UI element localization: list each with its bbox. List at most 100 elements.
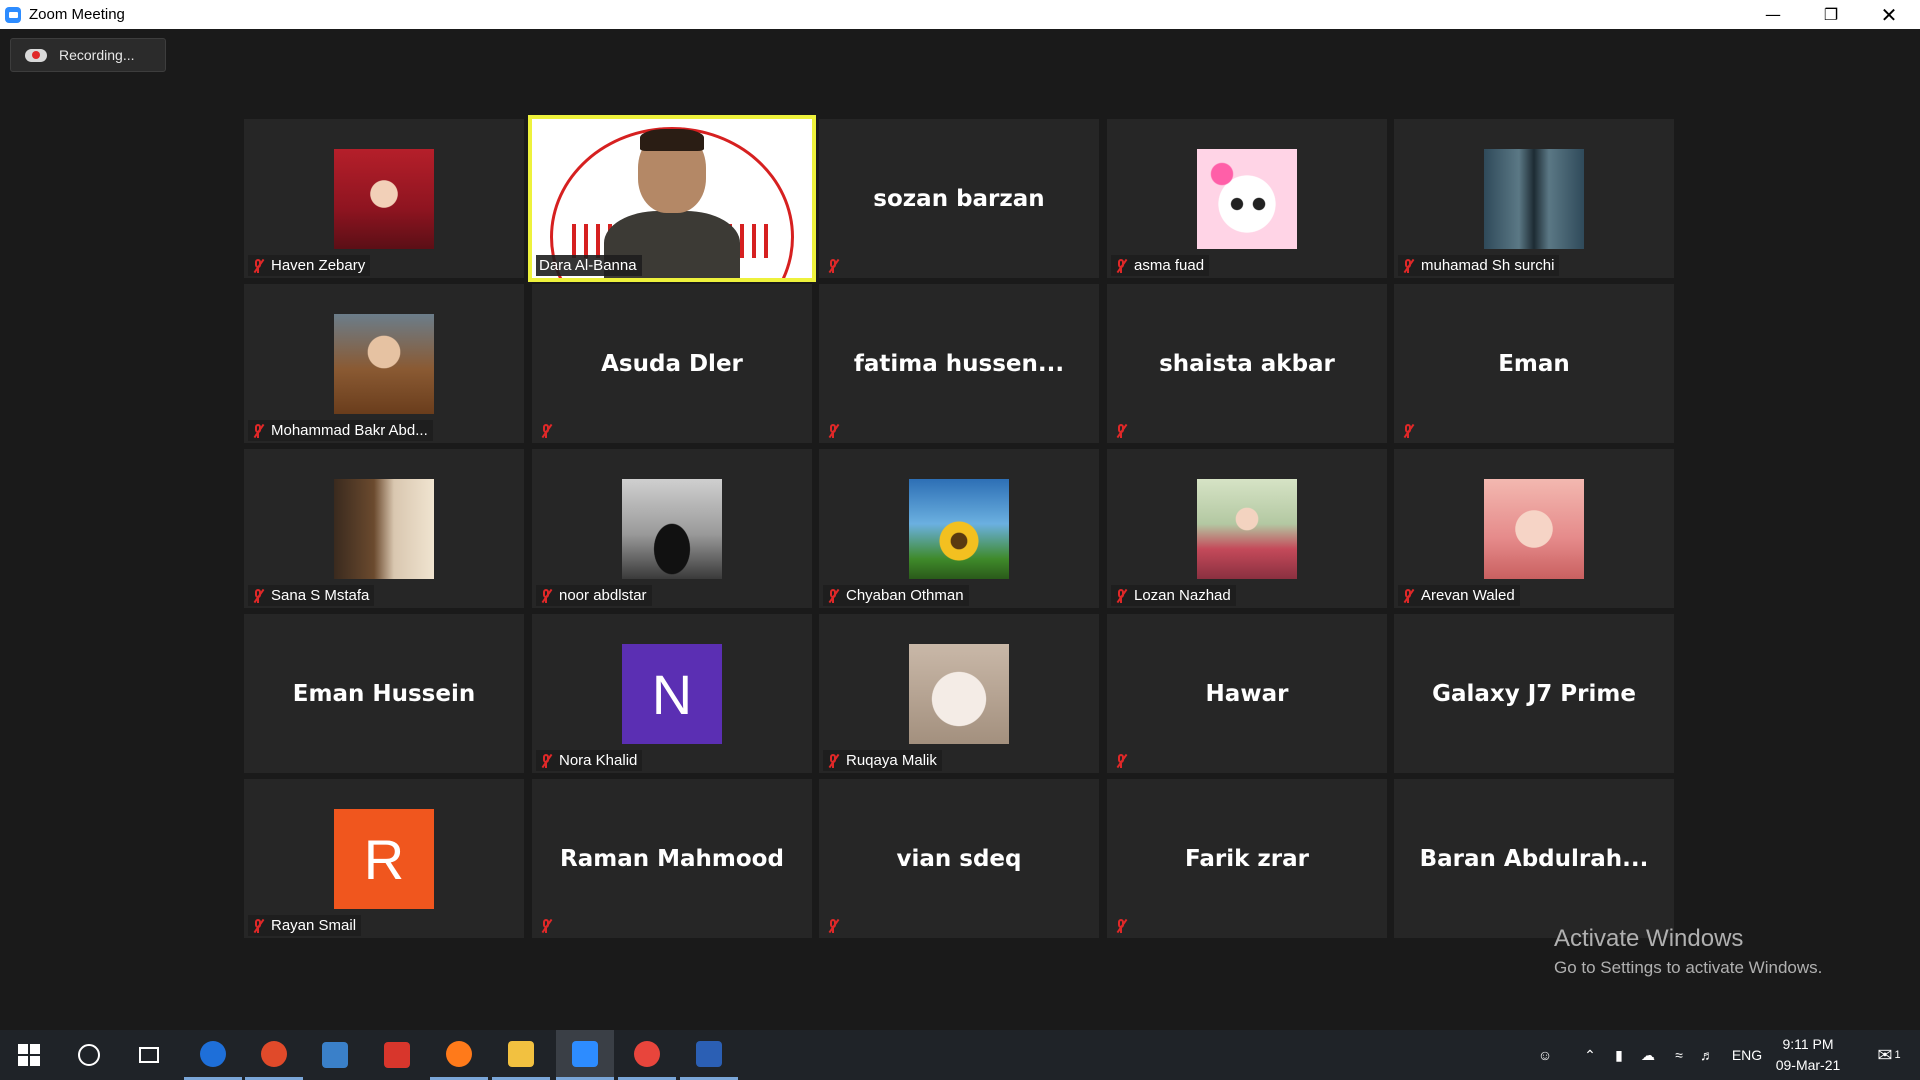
task-manager-app[interactable]	[306, 1030, 364, 1080]
zoom-app[interactable]	[556, 1030, 614, 1080]
participant-name-large: fatima hussen...	[853, 350, 1065, 377]
participant-tile[interactable]: Mohammad Bakr Abd...	[244, 284, 524, 443]
notification-center[interactable]: ✉ 1	[1864, 1030, 1914, 1080]
mic-muted-icon	[826, 588, 840, 604]
teamviewer-app[interactable]	[184, 1030, 242, 1080]
participant-label: asma fuad	[1111, 255, 1210, 276]
participant-tile[interactable]: Asuda Dler	[532, 284, 812, 443]
minimize-button[interactable]: —	[1744, 0, 1802, 29]
participant-label: Rayan Smail	[248, 915, 362, 936]
windows-icon	[18, 1044, 40, 1066]
participant-tile[interactable]: fatima hussen...	[819, 284, 1099, 443]
participant-tile[interactable]: Eman Hussein	[244, 614, 524, 773]
participant-avatar	[622, 479, 722, 579]
start-button[interactable]	[0, 1030, 58, 1080]
participant-label	[536, 915, 558, 936]
participant-tile[interactable]: Lozan Nazhad	[1107, 449, 1387, 608]
participant-avatar	[334, 314, 434, 414]
mic-muted-icon	[1401, 588, 1415, 604]
close-button[interactable]: ✕	[1860, 0, 1918, 29]
participant-label: Nora Khalid	[536, 750, 643, 771]
participant-tile[interactable]: Raman Mahmood	[532, 779, 812, 938]
participant-tile[interactable]: R Rayan Smail	[244, 779, 524, 938]
chart-icon	[322, 1042, 348, 1068]
participant-label: Haven Zebary	[248, 255, 371, 276]
media-app[interactable]	[368, 1030, 426, 1080]
volume-icon[interactable]: ♬	[1696, 1030, 1718, 1080]
participant-tile[interactable]: N Nora Khalid	[532, 614, 812, 773]
participant-tile[interactable]: Chyaban Othman	[819, 449, 1099, 608]
participant-tile[interactable]: Eman	[1394, 284, 1674, 443]
mic-muted-icon	[1114, 258, 1128, 274]
participant-label: Ruqaya Malik	[823, 750, 942, 771]
firefox-app[interactable]	[430, 1030, 488, 1080]
search-button[interactable]	[60, 1030, 118, 1080]
participant-tile[interactable]: Galaxy J7 Prime	[1394, 614, 1674, 773]
taskbar: ☺ ⌃ ▮ ☁ ≈ ♬ ENG 9:11 PM 09-Mar-21 ✉ 1	[0, 1030, 1920, 1080]
participant-tile[interactable]: Sana S Mstafa	[244, 449, 524, 608]
mic-muted-icon	[539, 753, 553, 769]
mic-muted-icon	[539, 918, 553, 934]
mic-muted-icon	[251, 258, 265, 274]
participant-tile[interactable]: Farik zrar	[1107, 779, 1387, 938]
mic-muted-icon	[251, 423, 265, 439]
word-app[interactable]	[680, 1030, 738, 1080]
onedrive-cloud-icon[interactable]: ☁	[1636, 1030, 1660, 1080]
wifi-icon[interactable]: ≈	[1668, 1030, 1690, 1080]
mic-muted-icon	[1114, 753, 1128, 769]
participant-tile[interactable]: Arevan Waled	[1394, 449, 1674, 608]
participant-tile[interactable]: shaista akbar	[1107, 284, 1387, 443]
participant-tile[interactable]: asma fuad	[1107, 119, 1387, 278]
mic-muted-icon	[826, 423, 840, 439]
firefox-icon	[446, 1040, 472, 1067]
participant-name: Haven Zebary	[271, 257, 366, 274]
browser-app-1[interactable]	[245, 1030, 303, 1080]
participant-tile[interactable]: Haven Zebary	[244, 119, 524, 278]
participant-avatar	[1197, 149, 1297, 249]
participant-tile[interactable]: Ruqaya Malik	[819, 614, 1099, 773]
task-view-button[interactable]	[120, 1030, 178, 1080]
participant-tile[interactable]: noor abdlstar	[532, 449, 812, 608]
participant-avatar	[1484, 479, 1584, 579]
mic-muted-icon	[826, 753, 840, 769]
clock-time: 9:11 PM	[1782, 1036, 1834, 1052]
battery-icon[interactable]: ▮	[1608, 1030, 1630, 1080]
participant-tile[interactable]: Baran Abdulrah...	[1394, 779, 1674, 938]
participant-label	[823, 255, 845, 276]
participant-name-large: vian sdeq	[896, 845, 1022, 872]
participant-label: noor abdlstar	[536, 585, 652, 606]
mic-muted-icon	[539, 588, 553, 604]
participant-name: Ruqaya Malik	[846, 752, 937, 769]
recording-indicator[interactable]: Recording...	[10, 38, 166, 72]
cloud-record-icon	[25, 47, 47, 63]
gallery-grid: Haven Zebary Dara Al-Banna sozan barzan asm…	[244, 119, 1676, 939]
participant-name-large: Eman Hussein	[292, 680, 476, 707]
participant-label: Chyaban Othman	[823, 585, 969, 606]
participant-label: Sana S Mstafa	[248, 585, 375, 606]
avatar-initial: N	[622, 644, 722, 744]
participant-label: Lozan Nazhad	[1111, 585, 1236, 606]
people-icon[interactable]: ☺	[1532, 1030, 1558, 1080]
notification-icon: ✉	[1877, 1044, 1893, 1065]
participant-tile[interactable]: vian sdeq	[819, 779, 1099, 938]
participant-avatar: R	[334, 809, 434, 909]
participant-tile[interactable]: Hawar	[1107, 614, 1387, 773]
participant-tile[interactable]: sozan barzan	[819, 119, 1099, 278]
chevron-up-icon[interactable]: ⌃	[1580, 1030, 1600, 1080]
restore-button[interactable]: ❐	[1802, 0, 1860, 29]
chrome-app[interactable]	[618, 1030, 676, 1080]
participant-tile[interactable]: muhamad Sh surchi	[1394, 119, 1674, 278]
participant-label: Arevan Waled	[1398, 585, 1520, 606]
file-explorer-app[interactable]	[492, 1030, 550, 1080]
participant-avatar: N	[622, 644, 722, 744]
clock[interactable]: 9:11 PM 09-Mar-21	[1760, 1034, 1856, 1076]
participant-tile[interactable]: Dara Al-Banna	[532, 119, 812, 278]
participant-name-large: sozan barzan	[873, 185, 1045, 212]
recording-label: Recording...	[59, 47, 135, 63]
participant-name-large: Hawar	[1205, 680, 1289, 707]
zoom-icon	[572, 1040, 598, 1067]
folder-icon	[508, 1040, 534, 1067]
mic-muted-icon	[826, 918, 840, 934]
participant-name-large: Raman Mahmood	[560, 845, 784, 872]
activate-windows-subtitle: Go to Settings to activate Windows.	[1554, 958, 1823, 977]
